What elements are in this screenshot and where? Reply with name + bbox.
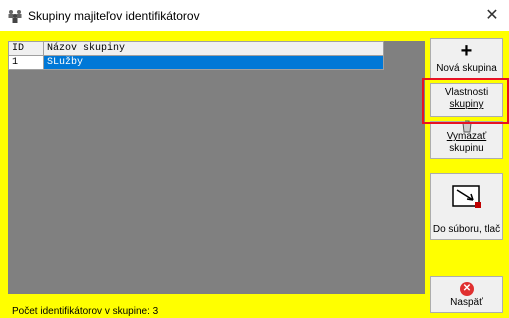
export-icon: [452, 185, 481, 208]
group-properties-line1: Vlastnosti: [444, 87, 489, 98]
delete-group-line1: Vymazať: [446, 131, 487, 142]
window-title: Skupiny majiteľov identifikátorov: [28, 9, 200, 23]
plus-icon: +: [460, 40, 473, 62]
delete-group-label: Vymazať skupinu: [431, 131, 502, 155]
export-print-label: Do súboru, tlač: [432, 224, 501, 235]
export-print-button[interactable]: Do súboru, tlač: [430, 173, 503, 240]
delete-group-line2: skupinu: [449, 143, 484, 154]
group-properties-line2: skupiny: [449, 99, 484, 110]
new-group-button[interactable]: + Nová skupina: [430, 38, 503, 79]
close-circle-icon: ✕: [460, 282, 474, 296]
delete-group-button[interactable]: Vymazať skupinu: [430, 120, 503, 159]
row-id-cell[interactable]: 1: [8, 55, 44, 70]
groups-table: ID Názov skupiny 1 SLužby: [8, 41, 384, 70]
row-name-cell[interactable]: SLužby: [43, 55, 384, 70]
back-label: Naspäť: [450, 297, 483, 308]
column-header-id[interactable]: ID: [8, 41, 44, 56]
close-button[interactable]: ✕: [481, 6, 503, 26]
status-text: Počet identifikátorov v skupine: 3: [12, 306, 159, 317]
table-row[interactable]: 1 SLužby: [8, 55, 384, 70]
title-bar: Skupiny majiteľov identifikátorov ✕: [0, 0, 509, 31]
people-group-icon: [8, 10, 22, 23]
column-header-name[interactable]: Názov skupiny: [43, 41, 384, 56]
groups-grid[interactable]: ID Názov skupiny 1 SLužby: [8, 41, 425, 294]
group-properties-button[interactable]: Vlastnosti skupiny: [430, 83, 503, 117]
group-properties-label: Vlastnosti skupiny: [431, 87, 502, 111]
new-group-label: Nová skupina: [436, 63, 497, 74]
back-button[interactable]: ✕ Naspäť: [430, 276, 503, 313]
